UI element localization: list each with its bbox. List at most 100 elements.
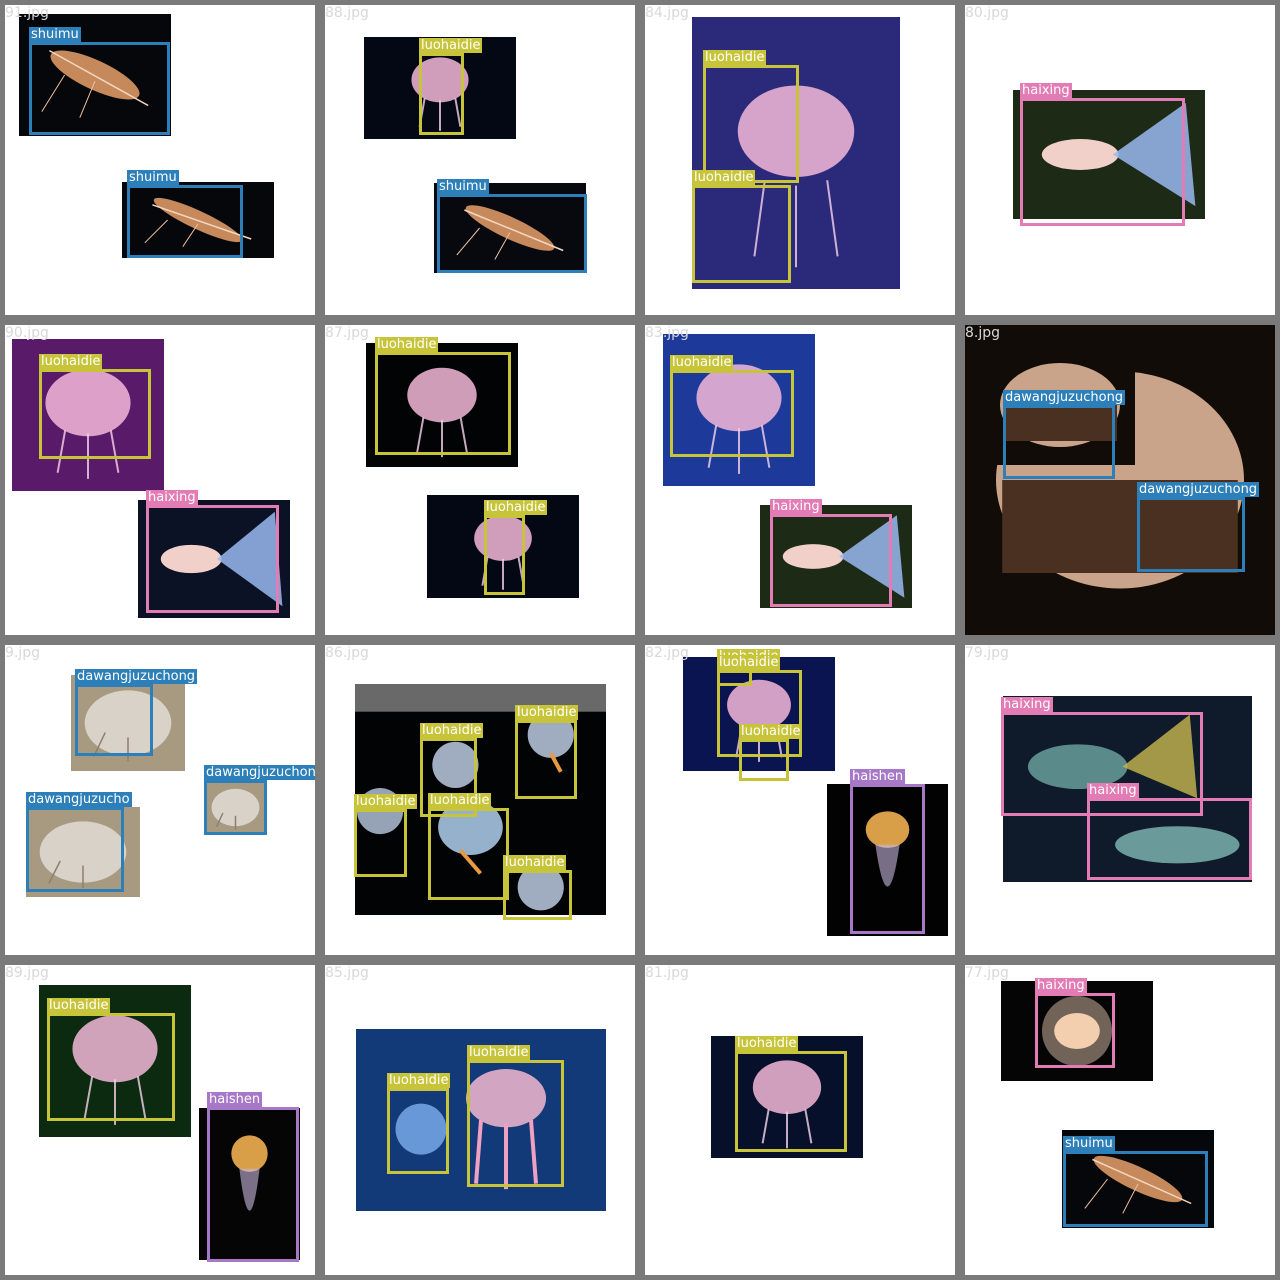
mosaic-tile: 81.jpg luohaidie <box>645 965 955 1275</box>
mosaic-tile: 8.jpg dawangjuzuchong dawangjuzuchong <box>965 325 1275 635</box>
bounding-box <box>26 807 124 892</box>
detection-mosaic: 91.jpg shuimu shuimu 88.jpg luohaidie shu… <box>0 0 1280 1280</box>
mosaic-tile: 90.jpg luohaidie haixing <box>5 325 315 635</box>
bounding-box <box>850 784 925 934</box>
detection-label: luohaidie <box>47 998 111 1013</box>
detection-label: luohaidie <box>692 170 756 185</box>
detection-label: luohaidie <box>503 855 567 870</box>
detection-label: luohaidie <box>515 705 579 720</box>
detection-label: luohaidie <box>717 655 781 670</box>
detection-label: haixing <box>1087 783 1139 798</box>
detection-label: luohaidie <box>419 38 483 53</box>
tile-filename: 8.jpg <box>965 325 1001 341</box>
detection-label: luohaidie <box>428 793 492 808</box>
bounding-box <box>375 352 511 455</box>
mosaic-tile: 79.jpg haixing haixing <box>965 645 1275 955</box>
mosaic-tile: 80.jpg haixing <box>965 5 1275 315</box>
bounding-box <box>207 1107 299 1262</box>
detection-label: shuimu <box>1063 1136 1115 1151</box>
bounding-box <box>1020 98 1185 226</box>
tile-filename: 88.jpg <box>325 5 369 21</box>
detection-label: haixing <box>770 499 822 514</box>
mosaic-tile: 85.jpg luohaidie luohaidie <box>325 965 635 1275</box>
detection-label: luohaidie <box>387 1073 451 1088</box>
tile-filename: 89.jpg <box>5 965 49 981</box>
detection-label: haixing <box>1020 83 1072 98</box>
bounding-box <box>47 1013 175 1121</box>
mosaic-tile: 91.jpg shuimu shuimu <box>5 5 315 315</box>
bounding-box <box>1087 798 1252 880</box>
mosaic-tile: 89.jpg luohaidie haishen <box>5 965 315 1275</box>
mosaic-tile: 9.jpg dawangjuzuchong dawangjuzucho dawa… <box>5 645 315 955</box>
bounding-box <box>437 194 587 273</box>
tile-filename: 85.jpg <box>325 965 369 981</box>
bounding-box <box>739 739 789 781</box>
bounding-box <box>703 65 799 183</box>
detection-label: haishen <box>850 769 906 784</box>
bounding-box <box>1063 1151 1208 1227</box>
detection-label: luohaidie <box>484 500 548 515</box>
detection-label: luohaidie <box>39 354 103 369</box>
detection-label: luohaidie <box>739 724 803 739</box>
detection-label: haixing <box>1035 978 1087 993</box>
detection-label: luohaidie <box>670 355 734 370</box>
mosaic-tile: 77.jpg haixing shuimu <box>965 965 1275 1275</box>
detection-label: dawangjuzuchong <box>75 669 198 684</box>
tile-filename: 81.jpg <box>645 965 689 981</box>
tile-filename: 9.jpg <box>5 645 41 661</box>
bounding-box <box>484 515 525 595</box>
tile-filename: 82.jpg <box>645 645 689 661</box>
mosaic-tile: 86.jpg luohaidie luohaidie luohaidie luohai… <box>325 645 635 955</box>
bounding-box <box>467 1060 564 1187</box>
detection-label: haishen <box>207 1092 263 1107</box>
detection-label: luohaidie <box>354 794 418 809</box>
bounding-box <box>503 870 572 920</box>
detection-label: dawangjuzuchong <box>1003 390 1126 405</box>
detection-label: luohaidie <box>735 1036 799 1051</box>
detection-label: dawangjuzucho <box>26 792 132 807</box>
detection-label: luohaidie <box>420 723 484 738</box>
detection-label: haixing <box>1001 697 1053 712</box>
bounding-box <box>75 684 153 756</box>
detection-label: luohaidie <box>467 1045 531 1060</box>
bounding-box <box>428 808 509 900</box>
detection-label: dawangjuzuchong <box>204 765 315 780</box>
mosaic-tile: 84.jpg luohaidie luohaidie <box>645 5 955 315</box>
detection-label: shuimu <box>29 27 81 42</box>
bounding-box <box>670 370 794 457</box>
tile-filename: 79.jpg <box>965 645 1009 661</box>
mosaic-tile: 87.jpg luohaidie luohaidie <box>325 325 635 635</box>
bounding-box <box>515 720 577 799</box>
tile-filename: 87.jpg <box>325 325 369 341</box>
tile-filename: 80.jpg <box>965 5 1009 21</box>
detection-label: luohaidie <box>375 337 439 352</box>
bounding-box <box>354 809 407 877</box>
bounding-box <box>735 1051 847 1152</box>
bounding-box <box>204 780 267 835</box>
bounding-box <box>387 1088 449 1174</box>
bounding-box <box>419 53 464 135</box>
bounding-box <box>1003 405 1115 479</box>
bounding-box <box>39 369 151 459</box>
bounding-box <box>29 42 170 135</box>
bounding-box <box>770 514 892 607</box>
detection-label: dawangjuzuchong <box>1137 482 1260 497</box>
bounding-box <box>1137 497 1245 572</box>
detection-label: luohaidie <box>703 50 767 65</box>
tile-filename: 83.jpg <box>645 325 689 341</box>
tile-filename: 86.jpg <box>325 645 369 661</box>
detection-label: shuimu <box>437 179 489 194</box>
detection-label: haixing <box>146 490 198 505</box>
bounding-box <box>146 505 279 613</box>
tile-filename: 90.jpg <box>5 325 49 341</box>
tile-filename: 77.jpg <box>965 965 1009 981</box>
mosaic-tile: 82.jpg luohaidieluohaidieluohaidie haish… <box>645 645 955 955</box>
mosaic-tile: 83.jpg luohaidie haixing <box>645 325 955 635</box>
mosaic-tile: 88.jpg luohaidie shuimu <box>325 5 635 315</box>
tile-filename: 84.jpg <box>645 5 689 21</box>
bounding-box <box>692 185 791 283</box>
tile-filename: 91.jpg <box>5 5 49 21</box>
bounding-box <box>127 185 243 258</box>
detection-label: shuimu <box>127 170 179 185</box>
bounding-box <box>1035 993 1115 1068</box>
